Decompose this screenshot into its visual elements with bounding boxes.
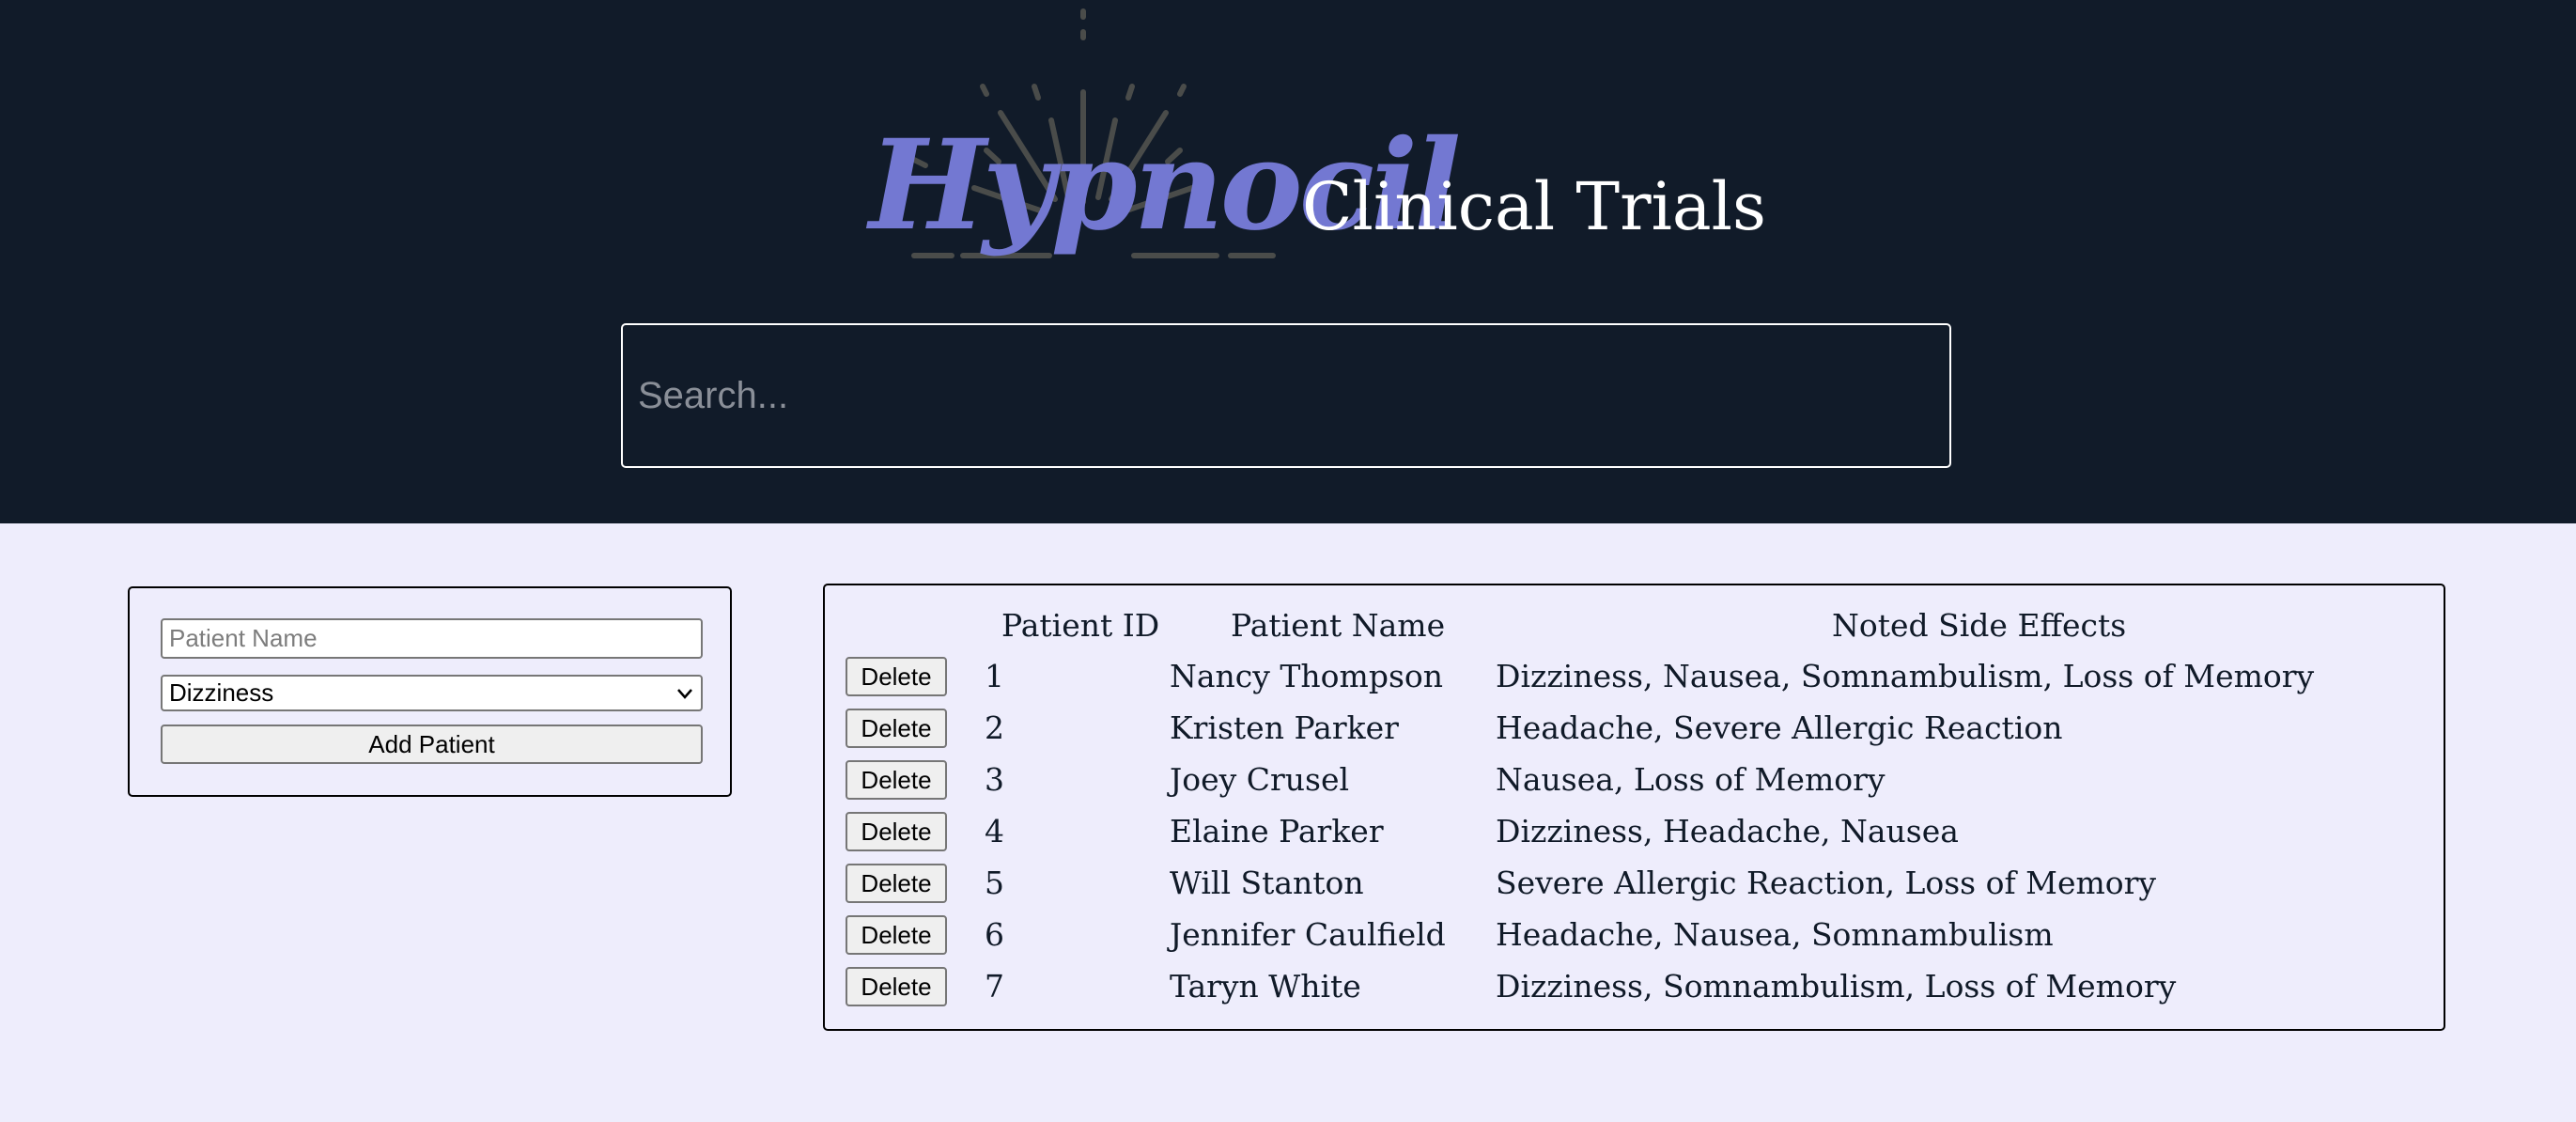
delete-button[interactable]: Delete [846,967,947,1006]
patient-id: 5 [985,865,1004,901]
patient-id: 6 [985,916,1004,953]
patient-table: Patient ID Patient Name Noted Side Effec… [823,584,2445,1031]
chevron-down-icon [677,688,692,699]
table-row: Delete 1 Nancy Thompson Dizziness, Nause… [825,657,2444,698]
patient-id: 4 [985,813,1004,849]
delete-button[interactable]: Delete [846,915,947,955]
table-row: Delete 5 Will Stanton Severe Allergic Re… [825,864,2444,905]
column-header-patient-id: Patient ID [1001,607,1160,644]
side-effects: Headache, Nausea, Somnambulism [1496,916,2054,953]
patient-name: Joey Crusel [1170,761,1350,798]
column-header-side-effects: Noted Side Effects [1832,607,2127,644]
delete-button[interactable]: Delete [846,812,947,851]
add-patient-form: Dizziness Add Patient [128,586,732,797]
side-effects: Dizziness, Headache, Nausea [1496,813,1959,849]
patient-id: 1 [985,658,1004,694]
side-effects: Severe Allergic Reaction, Loss of Memory [1496,865,2157,901]
patient-id: 2 [985,709,1004,746]
side-effect-select-value: Dizziness [169,678,274,707]
table-row: Delete 4 Elaine Parker Dizziness, Headac… [825,812,2444,853]
side-effects: Nausea, Loss of Memory [1496,761,1885,798]
side-effects: Headache, Severe Allergic Reaction [1496,709,2063,746]
patient-name-input[interactable] [161,618,703,659]
delete-button[interactable]: Delete [846,709,947,748]
table-row: Delete 6 Jennifer Caulfield Headache, Na… [825,915,2444,957]
side-effect-select[interactable]: Dizziness [161,675,703,711]
patient-name: Nancy Thompson [1170,658,1444,694]
patient-name: Taryn White [1170,968,1361,1005]
patient-name: Elaine Parker [1170,813,1384,849]
table-row: Delete 7 Taryn White Dizziness, Somnambu… [825,967,2444,1008]
add-patient-button[interactable]: Add Patient [161,725,703,764]
patient-id: 3 [985,761,1004,798]
side-effects: Dizziness, Somnambulism, Loss of Memory [1496,968,2177,1005]
page-title: Clinical Trials [1302,168,1766,245]
delete-button[interactable]: Delete [846,760,947,800]
patient-name: Kristen Parker [1170,709,1399,746]
hypnocil-logo: Hypnocil [869,0,1461,301]
side-effects: Dizziness, Nausea, Somnambulism, Loss of… [1496,658,2315,694]
patient-id: 7 [985,968,1004,1005]
patient-name: Will Stanton [1170,865,1364,901]
delete-button[interactable]: Delete [846,657,947,696]
table-row: Delete 2 Kristen Parker Headache, Severe… [825,709,2444,750]
column-header-patient-name: Patient Name [1231,607,1446,644]
patient-name: Jennifer Caulfield [1170,916,1446,953]
search-input[interactable] [621,323,1951,468]
page-header: Hypnocil Clinical Trials [0,0,2576,523]
delete-button[interactable]: Delete [846,864,947,903]
table-row: Delete 3 Joey Crusel Nausea, Loss of Mem… [825,760,2444,802]
